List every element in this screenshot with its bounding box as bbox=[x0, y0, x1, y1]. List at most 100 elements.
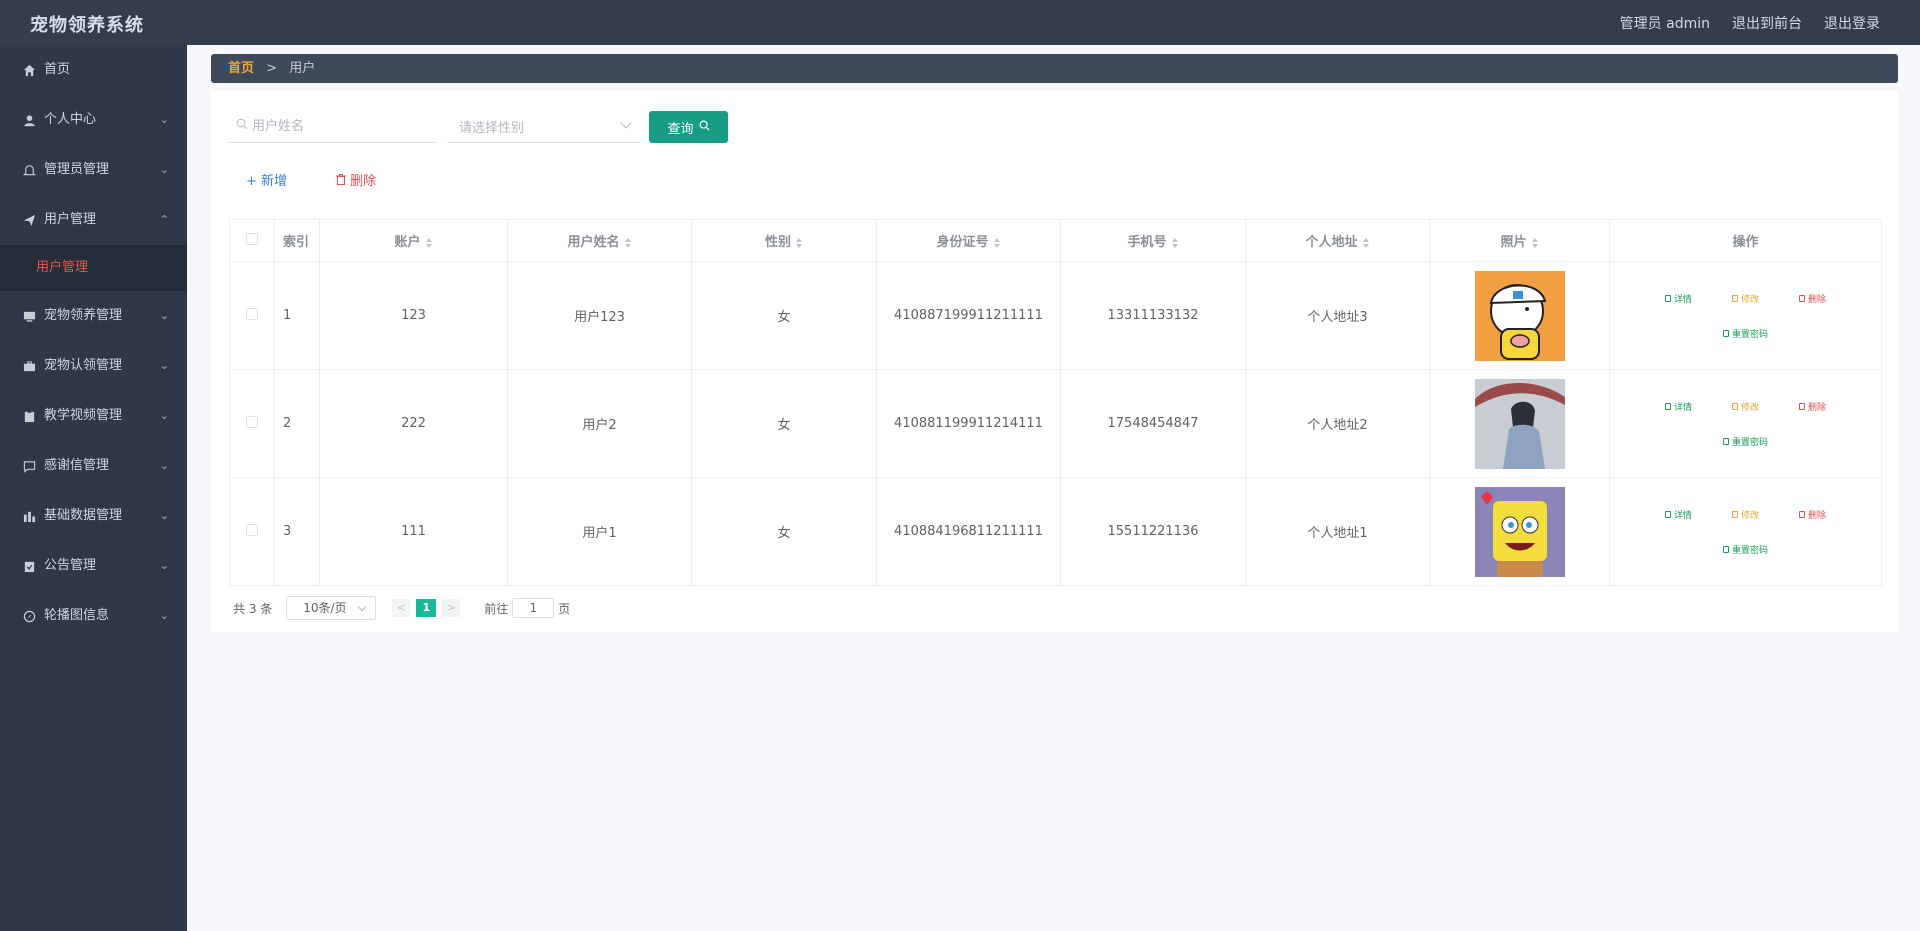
chevron-down-icon: ⌄ bbox=[159, 509, 169, 522]
edit-button[interactable]: 修改 bbox=[1731, 292, 1759, 305]
row-checkbox[interactable] bbox=[246, 523, 258, 536]
delete-button[interactable]: 删除 bbox=[1799, 508, 1826, 521]
reset-password-button[interactable]: 重置密码 bbox=[1722, 327, 1768, 340]
header-id-card[interactable]: 身份证号 bbox=[876, 219, 1061, 262]
sort-icon[interactable] bbox=[1362, 237, 1370, 248]
row-select-cell[interactable] bbox=[229, 477, 275, 586]
cell-account: 222 bbox=[319, 369, 508, 478]
logout-link[interactable]: 退出登录 bbox=[1824, 13, 1880, 33]
detail-button[interactable]: 详情 bbox=[1664, 400, 1692, 413]
breadcrumb: 首页 > 用户 bbox=[211, 54, 1898, 83]
cell-index: 1 bbox=[274, 261, 320, 370]
cell-phone: 15511221136 bbox=[1060, 477, 1246, 586]
sort-icon[interactable] bbox=[425, 237, 433, 248]
select-all-checkbox[interactable] bbox=[246, 232, 258, 245]
row-checkbox[interactable] bbox=[246, 415, 258, 428]
edit-icon bbox=[1731, 402, 1738, 410]
name-search-field[interactable] bbox=[228, 109, 437, 143]
chevron-down-icon bbox=[620, 117, 632, 129]
header-index: 索引 bbox=[274, 219, 320, 262]
sidebar-item-thanks[interactable]: 感谢信管理 ⌄ bbox=[0, 441, 187, 491]
top-bar-actions: 管理员 admin 退出到前台 退出登录 bbox=[1620, 13, 1880, 33]
gender-select[interactable]: 请选择性别 bbox=[447, 109, 640, 143]
current-page-button[interactable]: 1 bbox=[416, 599, 437, 617]
sort-icon[interactable] bbox=[993, 237, 1001, 248]
reset-password-button[interactable]: 重置密码 bbox=[1722, 435, 1768, 448]
header-address[interactable]: 个人地址 bbox=[1245, 219, 1430, 262]
user-photo-thumbnail[interactable] bbox=[1474, 486, 1565, 577]
sidebar-item-pet-claim[interactable]: 宠物认领管理 ⌄ bbox=[0, 341, 187, 391]
edit-button[interactable]: 修改 bbox=[1731, 400, 1759, 413]
detail-button[interactable]: 详情 bbox=[1664, 508, 1692, 521]
cell-ops: 详情 修改 删除 重置密码 bbox=[1609, 261, 1882, 370]
cell-address: 个人地址3 bbox=[1245, 261, 1430, 370]
delete-button[interactable]: 删除 bbox=[1799, 292, 1826, 305]
name-search-input[interactable] bbox=[252, 113, 432, 139]
detail-button[interactable]: 详情 bbox=[1664, 292, 1692, 305]
goto-label: 前往 bbox=[484, 601, 509, 616]
sidebar: 首页 个人中心 ⌄ 管理员管理 ⌄ 用户管理 ⌃ 用户管理 宠物领养管理 ⌄ 宠… bbox=[0, 45, 187, 931]
sort-icon[interactable] bbox=[1531, 237, 1539, 248]
edit-button[interactable]: 修改 bbox=[1731, 508, 1759, 521]
chevron-up-icon: ⌃ bbox=[159, 213, 169, 226]
header-photo[interactable]: 照片 bbox=[1429, 219, 1610, 262]
sidebar-item-videos[interactable]: 教学视频管理 ⌄ bbox=[0, 391, 187, 441]
sidebar-item-users[interactable]: 用户管理 ⌃ bbox=[0, 195, 187, 245]
prev-page-button[interactable]: < bbox=[392, 599, 411, 617]
goto-page-input[interactable]: 1 bbox=[512, 598, 555, 618]
cell-gender: 女 bbox=[691, 261, 877, 370]
cell-name: 用户123 bbox=[507, 261, 692, 370]
trash-icon bbox=[1799, 402, 1805, 410]
cell-address: 个人地址1 bbox=[1245, 477, 1430, 586]
row-select-cell[interactable] bbox=[229, 369, 275, 478]
chevron-down-icon: ⌄ bbox=[159, 459, 169, 472]
sidebar-item-admin[interactable]: 管理员管理 ⌄ bbox=[0, 145, 187, 195]
send-icon bbox=[22, 213, 36, 227]
header-account[interactable]: 账户 bbox=[319, 219, 508, 262]
delete-button[interactable]: 删除 bbox=[1799, 400, 1826, 413]
chevron-down-icon: ⌄ bbox=[159, 113, 169, 126]
user-photo-thumbnail[interactable] bbox=[1474, 378, 1565, 469]
header-name[interactable]: 用户姓名 bbox=[507, 219, 692, 262]
sidebar-item-pet-adoption[interactable]: 宠物领养管理 ⌄ bbox=[0, 291, 187, 341]
app-title: 宠物领养系统 bbox=[30, 15, 144, 36]
row-select-cell[interactable] bbox=[229, 261, 275, 370]
sidebar-item-profile[interactable]: 个人中心 ⌄ bbox=[0, 95, 187, 145]
header-ops: 操作 bbox=[1609, 219, 1882, 262]
admin-user-label[interactable]: 管理员 admin bbox=[1620, 13, 1710, 33]
sidebar-item-label: 用户管理 bbox=[44, 212, 97, 227]
query-button[interactable]: 查询 bbox=[649, 111, 728, 143]
chevron-down-icon: ⌄ bbox=[159, 559, 169, 572]
reset-password-label: 重置密码 bbox=[1731, 437, 1768, 448]
cell-photo bbox=[1429, 369, 1610, 478]
breadcrumb-home[interactable]: 首页 bbox=[228, 61, 254, 76]
add-button[interactable]: + 新增 bbox=[246, 170, 287, 189]
chevron-down-icon: ⌄ bbox=[159, 409, 169, 422]
sidebar-item-base-data[interactable]: 基础数据管理 ⌄ bbox=[0, 491, 187, 541]
header-gender[interactable]: 性别 bbox=[691, 219, 877, 262]
sidebar-item-label: 宠物领养管理 bbox=[44, 308, 123, 323]
cell-gender: 女 bbox=[691, 369, 877, 478]
breadcrumb-separator: > bbox=[266, 61, 278, 76]
next-page-button[interactable]: > bbox=[442, 599, 461, 617]
sort-icon[interactable] bbox=[1171, 237, 1179, 248]
sidebar-subitem-users[interactable]: 用户管理 bbox=[0, 245, 187, 291]
reset-password-button[interactable]: 重置密码 bbox=[1722, 543, 1768, 556]
exit-to-front-link[interactable]: 退出到前台 bbox=[1732, 13, 1802, 33]
sort-icon[interactable] bbox=[624, 237, 632, 248]
sort-icon[interactable] bbox=[795, 237, 803, 248]
cell-photo bbox=[1429, 261, 1610, 370]
monitor-icon bbox=[22, 309, 36, 323]
edit-icon bbox=[1731, 510, 1738, 518]
edit-label: 修改 bbox=[1740, 402, 1759, 413]
batch-delete-button[interactable]: 删除 bbox=[336, 170, 376, 189]
sidebar-item-home[interactable]: 首页 bbox=[0, 45, 187, 95]
select-all-cell[interactable] bbox=[229, 219, 275, 262]
user-photo-thumbnail[interactable] bbox=[1474, 270, 1565, 361]
sidebar-item-carousel[interactable]: 轮播图信息 ⌄ bbox=[0, 591, 187, 641]
header-phone[interactable]: 手机号 bbox=[1060, 219, 1246, 262]
row-actions: 详情 修改 删除 重置密码 bbox=[1610, 508, 1881, 556]
row-checkbox[interactable] bbox=[246, 307, 258, 320]
sidebar-item-notice[interactable]: 公告管理 ⌄ bbox=[0, 541, 187, 591]
page-size-select[interactable]: 10条/页 bbox=[286, 596, 377, 620]
